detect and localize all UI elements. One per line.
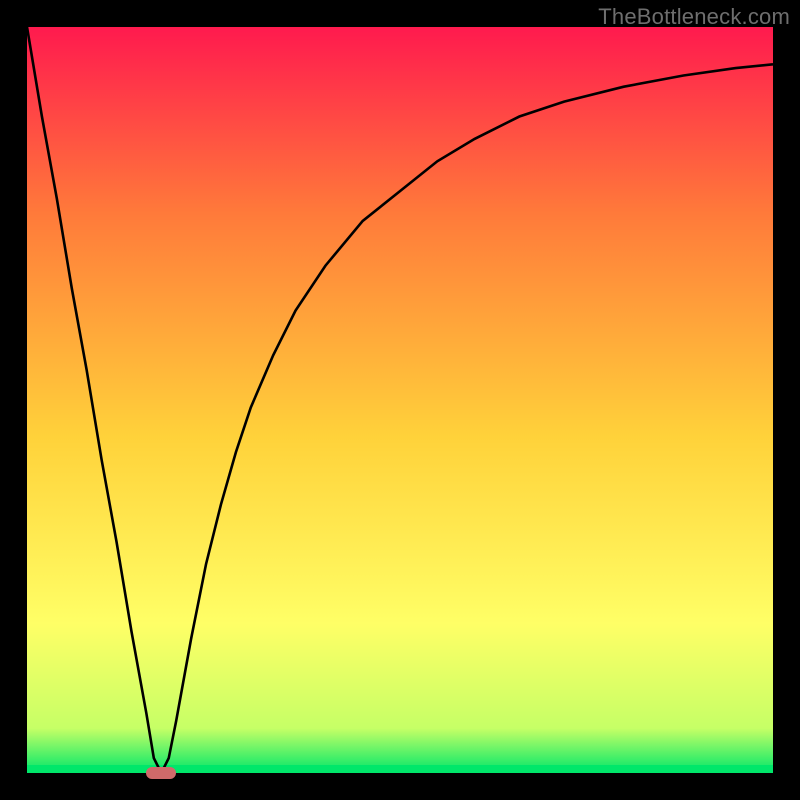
optimal-point-marker	[146, 767, 176, 779]
chart-frame	[27, 27, 773, 773]
curve-path	[27, 27, 773, 773]
bottleneck-curve	[27, 27, 773, 773]
